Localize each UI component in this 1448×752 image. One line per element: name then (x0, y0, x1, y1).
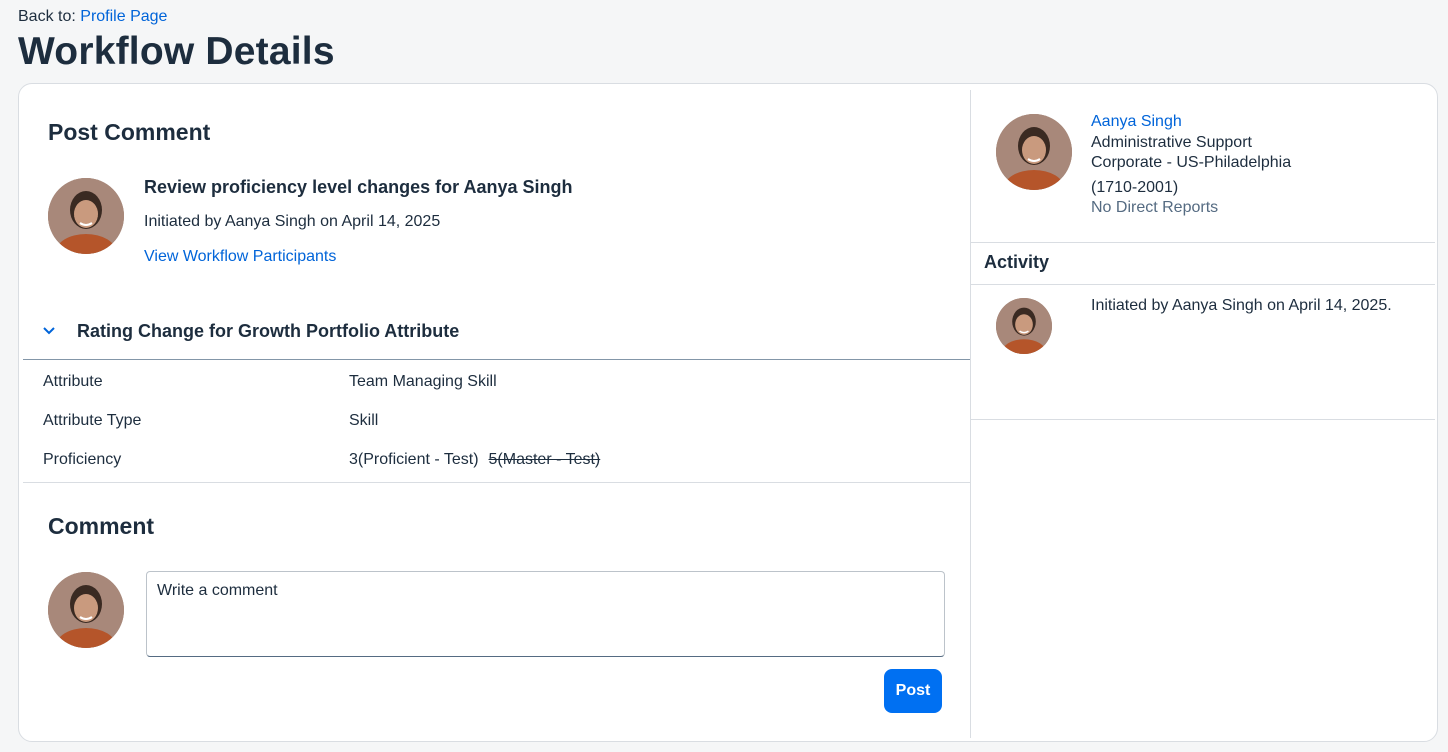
divider (971, 284, 1435, 285)
workflow-title: Review proficiency level changes for Aan… (144, 177, 573, 197)
post-button[interactable]: Post (884, 669, 942, 713)
back-prefix: Back to: (18, 8, 76, 25)
profile-code: (1710-2001) (1091, 179, 1179, 196)
divider (971, 242, 1435, 243)
post-comment-heading: Post Comment (48, 119, 211, 145)
page-title: Workflow Details (18, 30, 335, 73)
comment-input[interactable]: Write a comment (146, 571, 945, 657)
attribute-type-label: Attribute Type (43, 412, 142, 429)
attribute-label: Attribute (43, 373, 103, 390)
proficiency-value: 3(Proficient - Test) 5(Master - Test) (349, 451, 600, 469)
divider (971, 419, 1435, 420)
left-panel: Post Comment Review proficiency level ch… (19, 84, 970, 741)
avatar-photo-icon (48, 178, 124, 254)
chevron-down-icon[interactable] (41, 322, 57, 338)
old-proficiency: 5(Master - Test) (488, 451, 601, 468)
attribute-type-value: Skill (349, 412, 379, 429)
workflow-card: Post Comment Review proficiency level ch… (18, 83, 1438, 742)
profile-name-link[interactable]: Aanya Singh (1091, 113, 1182, 131)
avatar (48, 572, 124, 648)
avatar-photo-icon (48, 572, 124, 648)
new-proficiency: 3(Proficient - Test) (349, 451, 479, 468)
avatar (48, 178, 124, 254)
profile-role: Administrative Support (1091, 134, 1252, 151)
proficiency-label: Proficiency (43, 451, 122, 468)
profile-avatar[interactable] (996, 114, 1072, 190)
attribute-value: Team Managing Skill (349, 373, 497, 390)
rating-section-title[interactable]: Rating Change for Growth Portfolio Attri… (77, 321, 459, 342)
view-participants-link[interactable]: View Workflow Participants (144, 248, 336, 266)
activity-item-text: Initiated by Aanya Singh on April 14, 20… (1091, 297, 1392, 314)
breadcrumb: Back to: Profile Page (18, 8, 167, 26)
comment-heading: Comment (48, 513, 155, 539)
avatar-photo-icon (996, 114, 1072, 190)
activity-heading: Activity (984, 252, 1050, 272)
profile-page-link[interactable]: Profile Page (80, 8, 167, 25)
right-panel: Aanya Singh Administrative Support Corpo… (971, 84, 1437, 741)
profile-location: Corporate - US-Philadelphia (1091, 154, 1292, 171)
profile-reports: No Direct Reports (1091, 199, 1219, 216)
divider (23, 359, 970, 360)
initiated-text: Initiated by Aanya Singh on April 14, 20… (144, 213, 441, 230)
avatar-photo-icon (996, 298, 1052, 354)
divider (23, 482, 970, 483)
activity-avatar (996, 298, 1052, 354)
